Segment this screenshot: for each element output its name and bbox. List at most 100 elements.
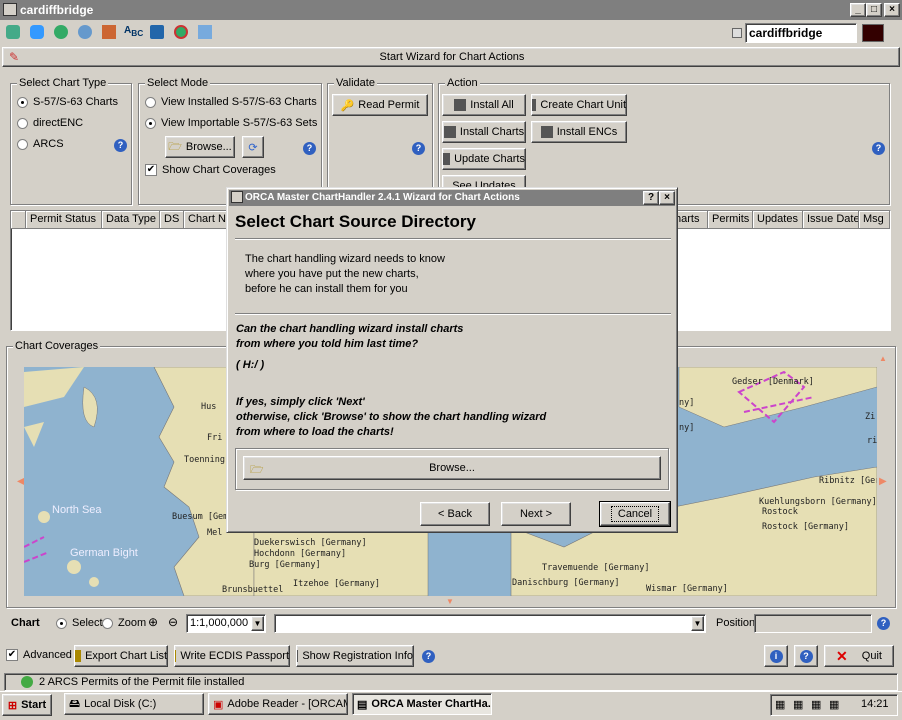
bottom-bar: ✔ Advanced Export Chart List Write ECDIS … — [0, 643, 902, 669]
help-icon[interactable]: ? — [872, 142, 885, 155]
advanced-option[interactable]: ✔ Advanced — [6, 649, 72, 661]
system-tray: ▦ ▦ ▦ ▦ 14:21 — [770, 694, 898, 716]
install-encs-button[interactable]: Install ENCs — [531, 121, 627, 143]
identity-check[interactable] — [732, 28, 742, 38]
place-label: Gedser [Denmark] — [732, 377, 814, 387]
drive-icon: 🖴 — [69, 697, 81, 710]
maximize-button[interactable]: □ — [866, 3, 882, 17]
chart-search-select[interactable]: ▼ — [274, 614, 706, 633]
write-ecdis-button[interactable]: Write ECDIS Passport — [174, 645, 290, 667]
help-icon[interactable]: ? — [114, 139, 127, 152]
select-option[interactable]: Select — [56, 617, 103, 629]
column-header[interactable]: Permits — [708, 211, 753, 229]
globe-alert-icon[interactable] — [174, 25, 188, 39]
option-installed[interactable]: View Installed S-57/S-63 Charts — [145, 96, 317, 108]
pdf-icon: ▣ — [213, 698, 224, 711]
column-header[interactable]: Data Type — [102, 211, 160, 229]
taskbar-item-active[interactable]: ▤ ORCA Master ChartHa... — [352, 693, 492, 715]
tools-icon[interactable] — [198, 25, 212, 39]
place-label: Rostock [Germany] — [762, 522, 849, 532]
identity-field[interactable]: cardiffbridge — [745, 23, 857, 43]
help-button[interactable]: ? — [643, 191, 659, 205]
refresh-icon[interactable] — [78, 25, 92, 39]
radio-s57[interactable] — [17, 96, 28, 108]
mode-browse-button[interactable]: 🗁 Browse... — [165, 136, 235, 158]
export-chart-list-button[interactable]: Export Chart List — [74, 645, 168, 667]
read-permit-button[interactable]: 🔑 Read Permit — [332, 94, 428, 116]
show-coverages-checkbox[interactable]: ✔ — [145, 164, 157, 176]
pan-down-icon[interactable]: ▼ — [446, 597, 454, 606]
option-directenc[interactable]: directENC — [17, 117, 83, 129]
radio-select[interactable] — [56, 617, 67, 629]
zoom-option[interactable]: Zoom — [102, 617, 146, 629]
info-button[interactable]: i — [764, 645, 788, 667]
next-button[interactable]: Next > — [501, 502, 571, 526]
radio-directenc[interactable] — [17, 117, 28, 129]
update-charts-button[interactable]: Update Charts — [442, 148, 526, 170]
close-icon: ✕ — [836, 647, 848, 664]
back-button[interactable]: < Back — [420, 502, 490, 526]
taskbar-item[interactable]: ▣ Adobe Reader - [ORCAM... — [208, 693, 348, 715]
radio-zoom[interactable] — [102, 617, 113, 629]
start-button[interactable]: ⊞ Start — [2, 694, 52, 716]
install-charts-button[interactable]: Install Charts — [442, 121, 526, 143]
window-icon[interactable] — [30, 25, 44, 39]
radio-arcs[interactable] — [17, 138, 28, 150]
column-header[interactable]: Updates — [753, 211, 803, 229]
show-registration-button[interactable]: Show Registration Info — [296, 645, 414, 667]
radio-installed[interactable] — [145, 96, 156, 108]
help-icon[interactable]: ? — [303, 142, 316, 155]
option-importable[interactable]: View Importable S-57/S-63 Sets — [145, 117, 317, 129]
advanced-checkbox[interactable]: ✔ — [6, 649, 18, 661]
pan-right-icon[interactable]: ▶ — [879, 476, 887, 487]
column-header[interactable]: Permit Status — [26, 211, 102, 229]
create-chart-unit-button[interactable]: Create Chart Unit — [531, 94, 627, 116]
column-header[interactable]: Issue Date — [803, 211, 859, 229]
cancel-button[interactable]: Cancel — [599, 501, 671, 527]
export-icon — [75, 650, 82, 662]
pan-up-icon[interactable]: ▲ — [879, 354, 887, 363]
place-label: Burg [Germany] — [249, 560, 321, 570]
map-icon[interactable] — [102, 25, 116, 39]
column-header[interactable]: Msg — [859, 211, 890, 229]
zoom-in-icon[interactable]: ⊕ — [148, 615, 158, 629]
browse-button[interactable]: 🗁 Browse... — [243, 456, 661, 480]
spellcheck-icon[interactable]: ABC — [124, 25, 143, 38]
zoom-out-icon[interactable]: ⊖ — [168, 615, 178, 629]
tray-icon[interactable]: ▦ — [829, 698, 839, 711]
scale-select[interactable]: 1:1,000,000 ▼ — [186, 614, 266, 633]
globe-icon[interactable] — [54, 25, 68, 39]
close-button[interactable]: × — [659, 191, 675, 205]
wizard-bar[interactable]: ✎ Start Wizard for Chart Actions — [2, 47, 900, 67]
network-icon[interactable] — [6, 25, 20, 39]
app-icon — [3, 3, 17, 16]
wizard-dialog: ORCA Master ChartHandler 2.4.1 Wizard fo… — [226, 187, 678, 533]
help-icon[interactable]: ? — [877, 617, 890, 630]
radio-importable[interactable] — [145, 117, 156, 129]
taskbar-item[interactable]: 🖴 Local Disk (C:) — [64, 693, 204, 715]
close-button[interactable]: × — [884, 3, 900, 17]
refresh-button[interactable]: ⟳ — [242, 136, 264, 158]
book-icon[interactable] — [150, 25, 164, 39]
tray-icon[interactable]: ▦ — [775, 698, 785, 711]
help-button[interactable]: ? — [794, 645, 818, 667]
place-label: Mel — [207, 528, 223, 538]
quit-button[interactable]: ✕ Quit — [824, 645, 894, 667]
chevron-down-icon[interactable]: ▼ — [251, 616, 264, 631]
install-all-button[interactable]: Install All — [442, 94, 526, 116]
column-header[interactable] — [11, 211, 26, 229]
show-coverages-option[interactable]: ✔ Show Chart Coverages — [145, 164, 276, 176]
status-ok-icon — [21, 676, 33, 688]
column-header[interactable]: DS — [160, 211, 184, 229]
tray-icon[interactable]: ▦ — [793, 698, 803, 711]
help-icon[interactable]: ? — [412, 142, 425, 155]
tray-icon[interactable]: ▦ — [811, 698, 821, 711]
option-s57[interactable]: S-57/S-63 Charts — [17, 96, 118, 108]
help-icon[interactable]: ? — [422, 650, 435, 663]
chevron-down-icon[interactable]: ▼ — [691, 616, 704, 631]
last-path: ( H:/ ) — [236, 359, 265, 371]
option-arcs[interactable]: ARCS — [17, 138, 64, 150]
sea-label: German Bight — [70, 547, 138, 559]
minimize-button[interactable]: _ — [850, 3, 866, 17]
refresh-icon: ⟳ — [248, 141, 258, 154]
